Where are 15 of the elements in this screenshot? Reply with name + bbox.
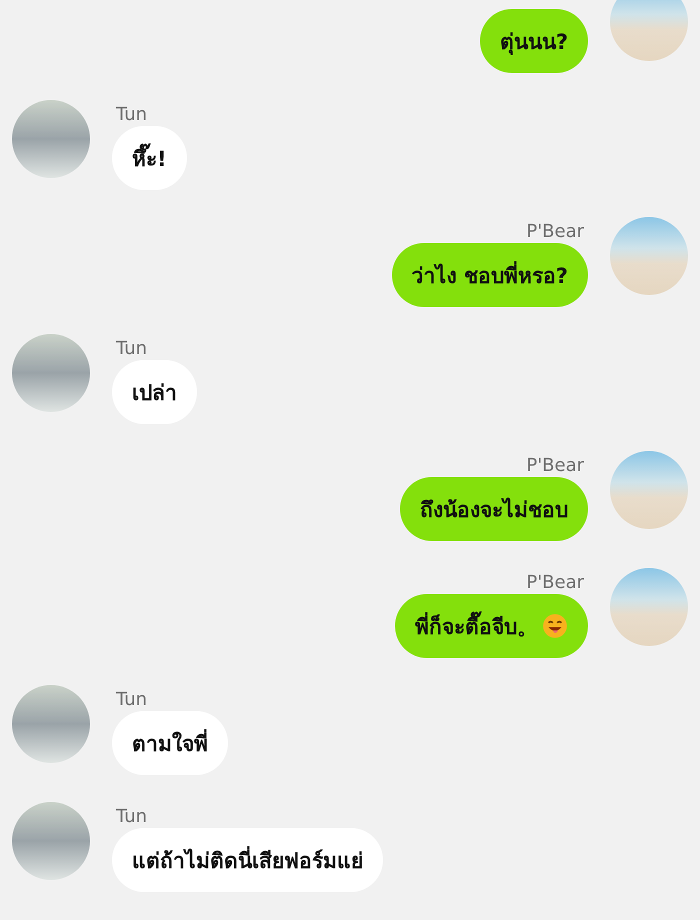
sender-name: P'Bear	[525, 221, 585, 243]
message-bubble: เปล่า	[112, 360, 197, 424]
sender-name: Tun	[115, 338, 148, 360]
sender-name: Tun	[115, 806, 148, 828]
sender-name: Tun	[115, 104, 148, 126]
sender-name: P'Bear	[525, 455, 585, 477]
message-bubble: แต่ถ้าไม่ติดนี่เสียฟอร์มแย่	[112, 828, 383, 892]
message-bubble: ตามใจพี่	[112, 711, 228, 775]
message-bubble: พี่ก็จะตื๊อจีบ。	[395, 594, 588, 658]
message-bubble: ว่าไง ชอบพี่หรอ?	[392, 243, 588, 307]
sender-name: P'Bear	[525, 572, 585, 594]
message-bubble: ถึงน้องจะไม่ชอบ	[400, 477, 588, 541]
message-bubble: ตุ่นนน?	[480, 9, 588, 73]
message-bubble: หึ๊ะ!	[112, 126, 187, 190]
sender-name: Tun	[115, 689, 148, 711]
